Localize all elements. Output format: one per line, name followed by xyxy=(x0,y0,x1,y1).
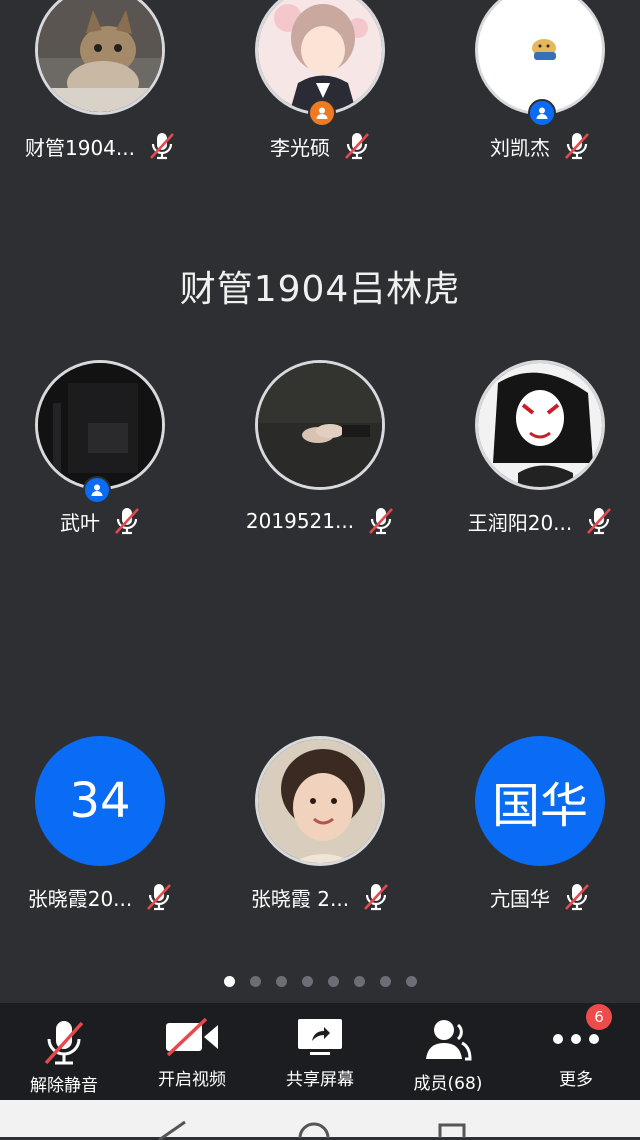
meeting-toolbar: 解除静音 开启视频 共享屏幕 成员(68) 6 更多 xyxy=(0,1003,640,1100)
notification-badge: 6 xyxy=(586,1004,612,1030)
unmute-button[interactable]: 解除静音 xyxy=(0,1003,128,1100)
mic-muted-icon xyxy=(150,133,174,160)
page-dot[interactable] xyxy=(249,976,261,987)
share-screen-label: 共享屏幕 xyxy=(286,1070,354,1090)
participant-tile[interactable]: 国华 亢国华 xyxy=(440,736,640,911)
mic-muted-icon xyxy=(345,133,369,160)
recents-icon[interactable] xyxy=(437,1122,467,1138)
participant-tile[interactable]: 财管1904... xyxy=(0,0,200,160)
host-badge-icon xyxy=(83,476,111,504)
page-dot[interactable] xyxy=(379,976,391,987)
page-dot[interactable] xyxy=(301,976,313,987)
avatar xyxy=(35,0,165,115)
avatar xyxy=(475,360,605,490)
avatar xyxy=(255,0,385,115)
mic-muted-icon xyxy=(147,884,172,911)
more-label: 更多 xyxy=(559,1070,593,1090)
members-button[interactable]: 成员(68) xyxy=(384,1003,512,1100)
participant-name: 武叶 xyxy=(60,510,100,535)
participant-tile[interactable]: 2019521... xyxy=(220,360,420,535)
start-video-label: 开启视频 xyxy=(158,1070,226,1090)
participant-name: 李光硕 xyxy=(270,135,330,160)
mic-muted-icon xyxy=(115,508,139,535)
active-speaker-name: 财管1904吕林虎 xyxy=(179,269,461,310)
page-dot[interactable] xyxy=(275,976,287,987)
participant-grid: 财管1904... 李光硕 刘凯杰 财管1904吕林虎 武叶 2019521..… xyxy=(0,0,640,1000)
participant-name: 亢国华 xyxy=(490,886,550,911)
page-indicator[interactable] xyxy=(0,976,640,987)
home-icon[interactable] xyxy=(297,1120,331,1138)
participant-tile[interactable]: 王润阳20... xyxy=(440,360,640,535)
page-dot[interactable] xyxy=(327,976,339,987)
avatar xyxy=(255,736,385,866)
avatar xyxy=(255,360,385,490)
avatar xyxy=(35,360,165,490)
page-dot[interactable] xyxy=(353,976,365,987)
mic-muted-icon xyxy=(369,508,394,535)
host-badge-icon xyxy=(528,99,556,127)
participant-name: 财管1904... xyxy=(25,135,135,160)
participant-name: 2019521... xyxy=(245,509,355,533)
page-dot[interactable] xyxy=(405,976,417,987)
participant-name: 张晓霞 2... xyxy=(250,886,350,911)
participant-name: 王润阳20... xyxy=(467,510,573,535)
participant-tile[interactable]: 刘凯杰 xyxy=(440,0,640,160)
participant-tile[interactable]: 武叶 xyxy=(0,360,200,535)
avatar: 国华 xyxy=(475,736,605,866)
participant-tile[interactable]: 李光硕 xyxy=(220,0,420,160)
mic-muted-icon xyxy=(565,133,589,160)
members-icon xyxy=(426,1020,472,1061)
members-label: 成员(68) xyxy=(413,1074,483,1094)
mic-muted-icon xyxy=(44,1021,84,1065)
unmute-label: 解除静音 xyxy=(30,1076,98,1096)
back-icon[interactable] xyxy=(155,1120,191,1140)
system-nav-bar xyxy=(0,1100,640,1140)
mic-muted-icon xyxy=(364,884,389,911)
avatar xyxy=(475,0,605,115)
more-button[interactable]: 6 更多 xyxy=(512,1003,640,1100)
video-off-icon xyxy=(166,1017,218,1057)
avatar-initials: 34 xyxy=(69,773,131,829)
share-screen-icon xyxy=(298,1019,342,1055)
participant-tile[interactable]: 张晓霞 2... xyxy=(220,736,420,911)
participant-tile[interactable]: 34 张晓霞20... xyxy=(0,736,200,911)
share-screen-button[interactable]: 共享屏幕 xyxy=(256,1003,384,1100)
mic-muted-icon xyxy=(565,884,589,911)
avatar-initials: 国华 xyxy=(491,778,588,834)
host-badge-icon xyxy=(308,99,336,127)
page-dot[interactable] xyxy=(223,976,235,987)
participant-name: 张晓霞20... xyxy=(27,886,133,911)
mic-muted-icon xyxy=(587,508,612,535)
start-video-button[interactable]: 开启视频 xyxy=(128,1003,256,1100)
participant-name: 刘凯杰 xyxy=(490,135,550,160)
avatar: 34 xyxy=(35,736,165,866)
